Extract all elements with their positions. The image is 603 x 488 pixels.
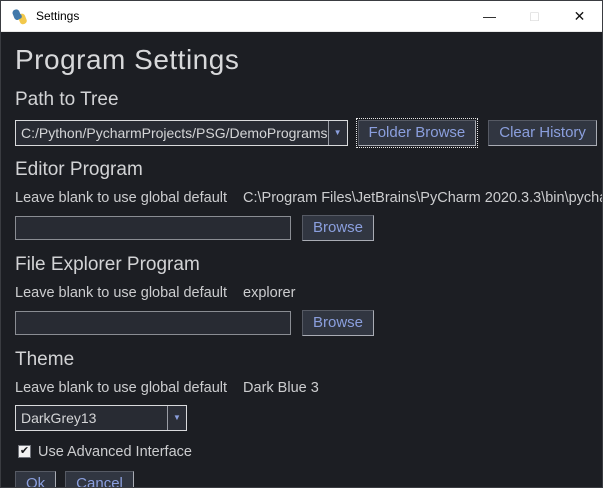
file-explorer-default-value: explorer	[243, 285, 295, 301]
advanced-interface-checkbox-label[interactable]: Use Advanced Interface	[38, 444, 192, 460]
section-heading-theme: Theme	[15, 349, 588, 371]
close-button[interactable]: ✕	[557, 1, 602, 32]
file-explorer-input[interactable]	[15, 311, 291, 335]
theme-hint: Leave blank to use global default	[15, 380, 227, 396]
theme-combo-row: DarkGrey13 ▼	[15, 405, 588, 431]
theme-default-value: Dark Blue 3	[243, 380, 319, 396]
advanced-interface-checkbox[interactable]: ✔	[18, 445, 31, 458]
settings-content: Program Settings Path to Tree C:/Python/…	[1, 44, 602, 488]
file-explorer-browse-button[interactable]: Browse	[302, 310, 374, 336]
section-heading-file-explorer: File Explorer Program	[15, 254, 588, 276]
editor-program-input[interactable]	[15, 216, 291, 240]
folder-path-combobox[interactable]: C:/Python/PycharmProjects/PSG/DemoProgra…	[15, 120, 348, 146]
minimize-button[interactable]: —	[467, 1, 512, 32]
maximize-button[interactable]: □	[512, 1, 557, 32]
window-title: Settings	[36, 9, 467, 23]
theme-combobox-value[interactable]: DarkGrey13	[16, 406, 167, 430]
checkmark-icon: ✔	[20, 446, 29, 457]
theme-hint-row: Leave blank to use global default Dark B…	[15, 380, 588, 396]
pysimplegui-logo-icon	[11, 8, 28, 25]
minimize-icon: —	[483, 9, 496, 24]
chevron-down-icon: ▼	[173, 414, 181, 422]
file-explorer-hint-row: Leave blank to use global default explor…	[15, 285, 588, 301]
folder-path-combobox-value[interactable]: C:/Python/PycharmProjects/PSG/DemoProgra…	[16, 121, 328, 145]
folder-browse-button[interactable]: Folder Browse	[358, 120, 477, 146]
editor-program-input-row: Browse	[15, 215, 588, 241]
editor-browse-button[interactable]: Browse	[302, 215, 374, 241]
maximize-icon: □	[530, 8, 538, 24]
theme-dropdown-button[interactable]: ▼	[167, 406, 186, 430]
chevron-down-icon: ▼	[334, 129, 342, 137]
advanced-interface-checkbox-row[interactable]: ✔ Use Advanced Interface	[18, 444, 588, 460]
path-to-tree-row: C:/Python/PycharmProjects/PSG/DemoProgra…	[15, 120, 588, 146]
close-icon: ✕	[574, 8, 586, 25]
editor-program-hint: Leave blank to use global default	[15, 190, 227, 206]
file-explorer-input-row: Browse	[15, 310, 588, 336]
editor-program-default-value: C:\Program Files\JetBrains\PyCharm 2020.…	[243, 190, 603, 206]
settings-window: Settings — □ ✕ Program Settings Path to …	[0, 0, 603, 488]
clear-history-button[interactable]: Clear History	[488, 120, 597, 146]
footer-buttons: Ok Cancel	[15, 471, 588, 488]
titlebar[interactable]: Settings — □ ✕	[1, 1, 602, 32]
folder-path-dropdown-button[interactable]: ▼	[328, 121, 347, 145]
theme-combobox[interactable]: DarkGrey13 ▼	[15, 405, 187, 431]
section-heading-path-to-tree: Path to Tree	[15, 89, 588, 111]
ok-button[interactable]: Ok	[15, 471, 56, 488]
editor-program-hint-row: Leave blank to use global default C:\Pro…	[15, 190, 588, 206]
cancel-button[interactable]: Cancel	[65, 471, 134, 488]
file-explorer-hint: Leave blank to use global default	[15, 285, 227, 301]
section-heading-editor-program: Editor Program	[15, 159, 588, 181]
page-title: Program Settings	[15, 44, 588, 76]
